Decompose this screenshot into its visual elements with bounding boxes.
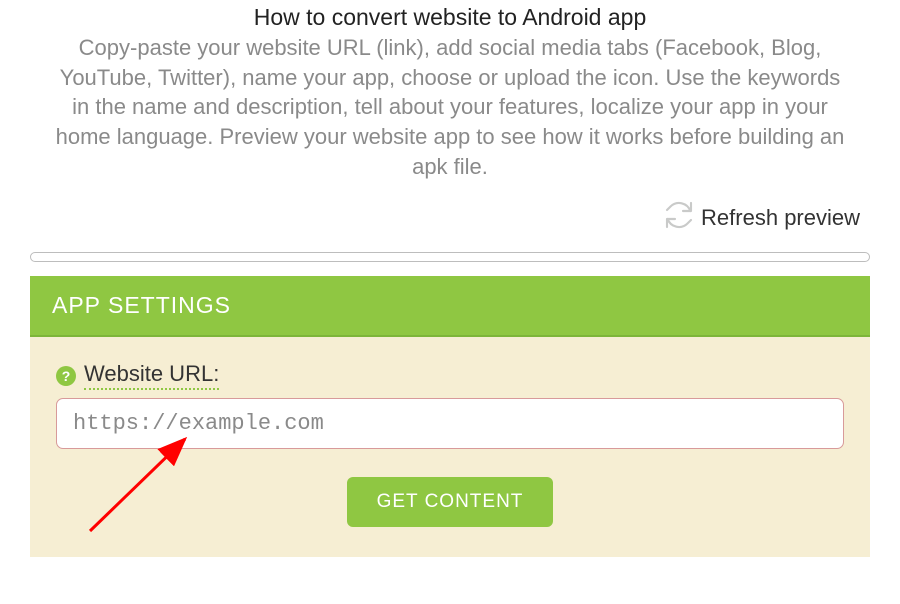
refresh-preview-row[interactable]: Refresh preview — [30, 199, 870, 236]
refresh-icon — [663, 199, 695, 236]
get-content-button[interactable]: GET CONTENT — [347, 477, 554, 527]
panel-header: APP SETTINGS — [30, 276, 870, 337]
page-title: How to convert website to Android app — [30, 4, 870, 31]
page-description: Copy-paste your website URL (link), add … — [30, 33, 870, 181]
website-url-input[interactable] — [56, 398, 844, 449]
website-url-label: Website URL: — [84, 361, 219, 390]
app-settings-panel: APP SETTINGS ? Website URL: GET CONTENT — [30, 276, 870, 557]
help-icon[interactable]: ? — [56, 366, 76, 386]
refresh-preview-label: Refresh preview — [701, 205, 860, 231]
progress-bar — [30, 252, 870, 262]
panel-body: ? Website URL: GET CONTENT — [30, 337, 870, 557]
